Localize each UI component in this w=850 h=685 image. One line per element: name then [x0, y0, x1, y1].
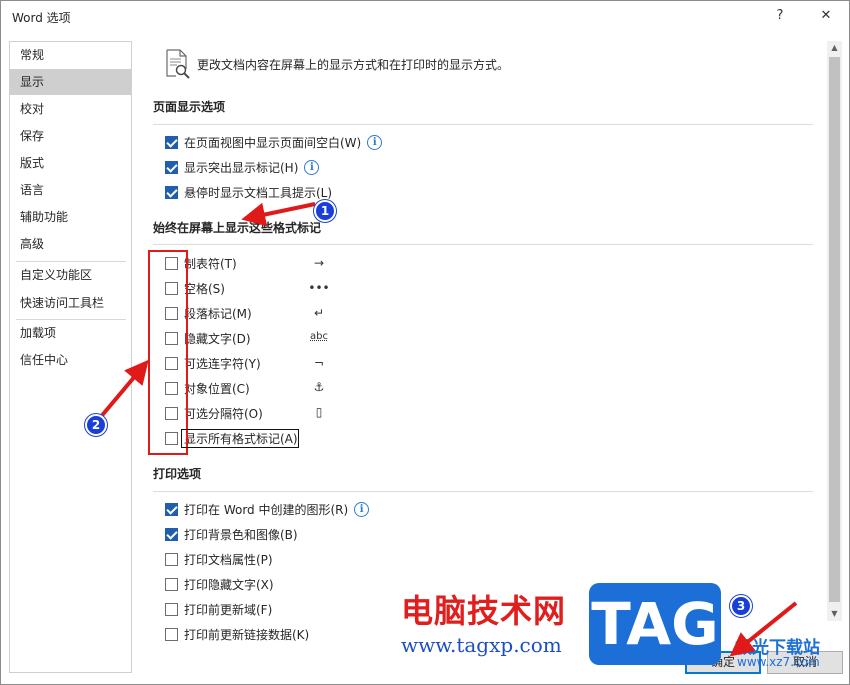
arrow-2 — [97, 359, 149, 421]
arrow-1 — [241, 202, 316, 227]
annotation-badge-1: 1 — [314, 200, 336, 222]
annotation-badge-2: 2 — [85, 414, 107, 436]
annotation-arrows — [97, 202, 798, 657]
word-options-dialog: Word 选项 ? ✕ 常规 显示 校对 保存 版式 语言 辅助功能 高级 自定… — [0, 0, 850, 685]
annotation-badge-3: 3 — [730, 595, 752, 617]
